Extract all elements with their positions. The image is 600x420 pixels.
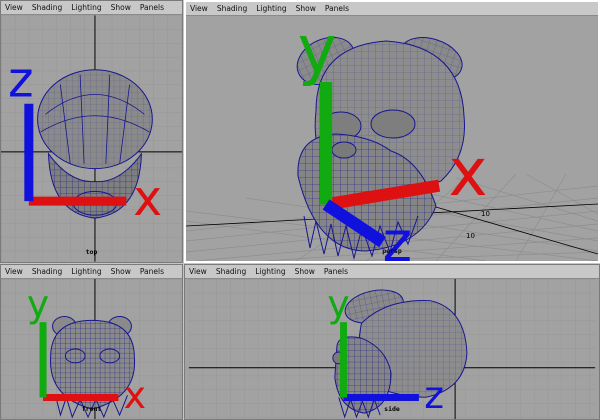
menu-shading[interactable]: Shading: [216, 265, 246, 279]
viewport-canvas[interactable]: x y front: [1, 279, 182, 419]
svg-text:y: y: [27, 282, 49, 326]
svg-text:y: y: [298, 16, 337, 89]
viewport-canvas[interactable]: 10 10 x y z persp: [186, 16, 598, 261]
viewport-side[interactable]: View Shading Lighting Show Panels z y si…: [184, 264, 600, 420]
axis-gizmo: x y z: [298, 16, 488, 261]
svg-text:z: z: [8, 53, 34, 109]
viewport-menubar: View Shading Lighting Show Panels: [186, 2, 598, 16]
svg-text:z: z: [424, 373, 444, 417]
menu-panels[interactable]: Panels: [325, 2, 349, 16]
maya-four-view-layout: View Shading Lighting Show Panels x z to…: [0, 0, 600, 420]
menu-lighting[interactable]: Lighting: [256, 2, 286, 16]
menu-show[interactable]: Show: [111, 265, 131, 279]
viewport-menubar: View Shading Lighting Show Panels: [185, 265, 599, 279]
menu-view[interactable]: View: [189, 265, 207, 279]
viewport-persp[interactable]: View Shading Lighting Show Panels 10 10 …: [184, 0, 600, 263]
viewport-canvas[interactable]: x z top: [1, 15, 182, 262]
menu-panels[interactable]: Panels: [140, 1, 164, 15]
camera-label: front: [81, 405, 102, 413]
menu-show[interactable]: Show: [296, 2, 316, 16]
axis-gizmo: z y: [327, 282, 444, 418]
menu-shading[interactable]: Shading: [217, 2, 247, 16]
menu-show[interactable]: Show: [295, 265, 315, 279]
menu-shading[interactable]: Shading: [32, 1, 62, 15]
viewport-front[interactable]: View Shading Lighting Show Panels x y fr…: [0, 264, 183, 420]
menu-view[interactable]: View: [190, 2, 208, 16]
menu-lighting[interactable]: Lighting: [71, 265, 101, 279]
menu-panels[interactable]: Panels: [324, 265, 348, 279]
menu-shading[interactable]: Shading: [32, 265, 62, 279]
menu-show[interactable]: Show: [111, 1, 131, 15]
svg-text:x: x: [449, 134, 488, 211]
viewport-top[interactable]: View Shading Lighting Show Panels x z to…: [0, 0, 183, 263]
camera-label: persp: [382, 247, 402, 255]
axis-gizmo: x y: [27, 282, 146, 418]
svg-text:x: x: [133, 171, 162, 227]
camera-label: top: [85, 248, 98, 256]
svg-text:x: x: [124, 373, 146, 417]
menu-view[interactable]: View: [5, 265, 23, 279]
viewport-canvas[interactable]: z y side: [185, 279, 599, 419]
menu-view[interactable]: View: [5, 1, 23, 15]
menu-lighting[interactable]: Lighting: [71, 1, 101, 15]
menu-lighting[interactable]: Lighting: [255, 265, 285, 279]
menu-panels[interactable]: Panels: [140, 265, 164, 279]
camera-label: side: [384, 405, 400, 413]
viewport-menubar: View Shading Lighting Show Panels: [1, 265, 182, 279]
svg-text:y: y: [327, 282, 349, 326]
axis-gizmo: x z: [8, 53, 162, 227]
viewport-menubar: View Shading Lighting Show Panels: [1, 1, 182, 15]
